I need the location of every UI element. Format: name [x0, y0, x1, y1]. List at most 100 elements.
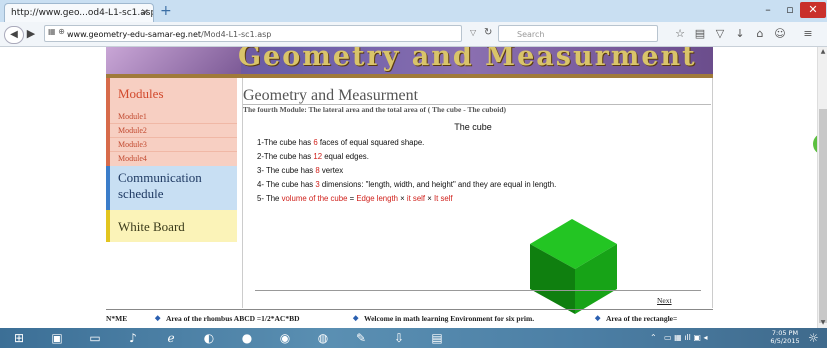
- forward-button[interactable]: ▶: [24, 26, 38, 42]
- sidebar-item-module3[interactable]: Module3: [118, 140, 147, 149]
- footer-rule: [255, 290, 701, 291]
- page-title: Geometry and Measurment: [243, 87, 419, 104]
- banner-decoration: [106, 47, 241, 75]
- ticker-item: Welcome in math learning Environment for…: [364, 314, 535, 323]
- app-icon[interactable]: ●: [232, 329, 262, 347]
- fact-line-5: 5- The volume of the cube = Edge length …: [257, 194, 453, 203]
- fact-text: =: [347, 194, 357, 203]
- pocket-icon[interactable]: ▽: [712, 27, 728, 41]
- fact-highlight: It self: [433, 194, 453, 203]
- ticker-item: Area of the rhombus ABCD =1/2*AC*BD: [166, 314, 300, 323]
- fact-text: 5- The: [257, 194, 282, 203]
- scrollbar-thumb[interactable]: [819, 109, 827, 323]
- fact-line-2: 2-The cube has 12 equal edges.: [257, 152, 369, 161]
- section-heading: The cube: [454, 122, 492, 132]
- search-input[interactable]: Search: [498, 25, 658, 42]
- windows-taskbar: ⊞ ▣ ▭ ♪ ℯ ◐ ● ◉ ◍ ✎ ⇩ ▤ ⌃ ▭ ▦ ıll ▣ ◂ 7:…: [0, 328, 827, 348]
- page-scrollbar[interactable]: ▲ ▼: [817, 47, 827, 328]
- divider: [110, 151, 237, 152]
- fact-highlight: it self: [406, 194, 426, 203]
- scroll-down-arrow-icon[interactable]: ▼: [818, 318, 827, 328]
- menu-icon[interactable]: ≡: [800, 27, 816, 41]
- close-window-button[interactable]: ✕: [800, 2, 826, 18]
- bullet-icon: ◆: [353, 314, 359, 322]
- home-icon[interactable]: ⌂: [752, 27, 768, 41]
- new-tab-button[interactable]: +: [160, 3, 172, 19]
- back-button[interactable]: ◀: [4, 26, 24, 44]
- sidebar-item-white-board[interactable]: White Board: [106, 210, 237, 242]
- fact-number: 12: [313, 152, 323, 161]
- news-ticker: N*ME ◆ Area of the rhombus ABCD =1/2*AC*…: [0, 312, 817, 326]
- fact-text: ×: [397, 194, 407, 203]
- modules-title: Modules: [118, 86, 164, 101]
- url-host: www.geometry-edu-samar-eg.net: [67, 30, 202, 39]
- scroll-up-arrow-icon[interactable]: ▲: [818, 47, 827, 57]
- fact-line-4: 4- The cube has 3 dimensions: "length, w…: [257, 180, 556, 189]
- sidebar: Modules Module1 Module2 Module3 Module4 …: [106, 78, 237, 283]
- bullet-icon: ◆: [155, 314, 161, 322]
- app-icon[interactable]: ◐: [194, 329, 224, 347]
- sun-icon[interactable]: ☼: [808, 330, 819, 346]
- sidebar-item-communication-schedule[interactable]: Communication schedule: [106, 166, 237, 210]
- address-bar[interactable]: www.geometry-edu-samar-eg.net/Mod4-L1-sc…: [44, 25, 462, 42]
- url-path: /Mod4-L1-sc1.asp: [201, 30, 272, 39]
- browser-tab-strip: http://www.geo...od4-L1-sc1.asp × + – ▫ …: [0, 0, 827, 23]
- tray-icons[interactable]: ▭ ▦ ıll ▣ ◂: [664, 330, 708, 346]
- ticker-divider: [106, 309, 713, 310]
- maximize-button[interactable]: ▫: [780, 2, 800, 18]
- fact-line-1: 1-The cube has 6 faces of equal squared …: [257, 138, 424, 147]
- fact-text: 1-The cube has: [257, 138, 314, 147]
- bullet-icon: ◆: [595, 314, 601, 322]
- fact-line-3: 3- The cube has 8 vertex: [257, 166, 343, 175]
- fact-text: ×: [425, 194, 434, 203]
- torrent-icon[interactable]: ⇩: [384, 329, 414, 347]
- store-icon[interactable]: ▣: [42, 329, 72, 347]
- bookmark-star-icon[interactable]: ☆: [672, 27, 688, 41]
- fact-text: 2-The cube has: [257, 152, 314, 161]
- clock-time: 7:05 PM: [771, 329, 799, 337]
- divider: [110, 137, 237, 138]
- tab-title: http://www.geo...od4-L1-sc1.asp: [11, 8, 154, 18]
- navigation-toolbar: ◀ ▶ www.geometry-edu-samar-eg.net/Mod4-L…: [0, 22, 827, 47]
- banner-title: Geometry and Measurment: [238, 47, 697, 72]
- next-link[interactable]: Next: [657, 296, 672, 305]
- internet-explorer-icon[interactable]: ℯ: [156, 329, 186, 347]
- sidebar-item-module2[interactable]: Module2: [118, 126, 147, 135]
- ticker-item: N*ME: [106, 314, 128, 323]
- taskbar-clock[interactable]: 7:05 PM 6/5/2015: [765, 329, 805, 345]
- cube-illustration: [530, 219, 617, 314]
- main-content: Geometry and Measurment The fourth Modul…: [242, 78, 713, 314]
- app-icon[interactable]: ▤: [422, 329, 452, 347]
- firefox-icon[interactable]: ◍: [308, 329, 338, 347]
- url-dropdown-icon[interactable]: ▽: [470, 28, 476, 37]
- fact-highlight: Edge length: [356, 194, 398, 203]
- site-identity-icon[interactable]: ▦ ⊕: [48, 27, 65, 36]
- start-button-icon[interactable]: ⊞: [4, 329, 34, 347]
- downloads-icon[interactable]: ↓: [732, 27, 748, 41]
- bookmarks-menu-icon[interactable]: ▤: [692, 27, 708, 41]
- chat-icon[interactable]: ☺: [772, 27, 788, 41]
- page-subtitle: The fourth Module: The lateral area and …: [243, 105, 507, 114]
- clock-date: 6/5/2015: [770, 337, 800, 345]
- divider: [110, 123, 237, 124]
- fact-text: faces of equal squared shape.: [317, 138, 425, 147]
- modules-panel: Modules Module1 Module2 Module3 Module4: [106, 78, 237, 166]
- app-icon[interactable]: ✎: [346, 329, 376, 347]
- reload-icon[interactable]: ↻: [484, 27, 492, 38]
- minimize-button[interactable]: –: [758, 2, 778, 18]
- tray-chevron-icon[interactable]: ⌃: [650, 330, 657, 346]
- fact-highlight: volume of the cube: [281, 194, 348, 203]
- chrome-icon[interactable]: ◉: [270, 329, 300, 347]
- web-page: Geometry and Measurment Modules Module1 …: [0, 47, 817, 327]
- app-icon[interactable]: ♪: [118, 329, 148, 347]
- file-explorer-icon[interactable]: ▭: [80, 329, 110, 347]
- fact-text: vertex: [319, 166, 344, 175]
- tab-close-icon[interactable]: ×: [141, 4, 149, 22]
- sidebar-item-module1[interactable]: Module1: [118, 112, 147, 121]
- browser-tab[interactable]: http://www.geo...od4-L1-sc1.asp ×: [4, 3, 154, 22]
- fact-text: dimensions: "length, width, and height" …: [319, 180, 557, 189]
- fact-text: equal edges.: [322, 152, 369, 161]
- site-banner: Geometry and Measurment: [106, 47, 713, 75]
- sidebar-item-module4[interactable]: Module4: [118, 154, 147, 163]
- fact-text: 4- The cube has: [257, 180, 316, 189]
